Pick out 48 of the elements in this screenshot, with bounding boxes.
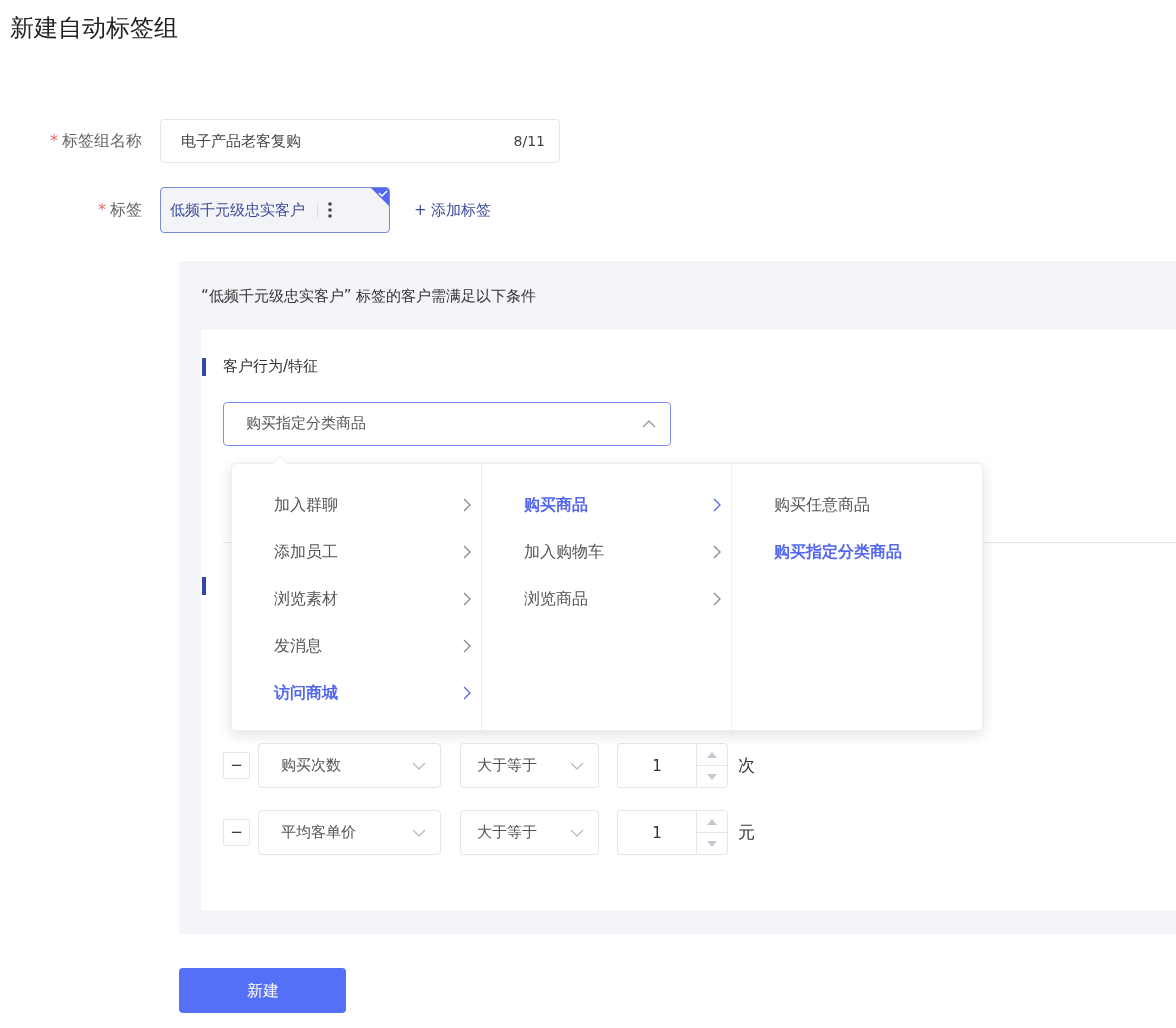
number-input[interactable]: 1 — [617, 743, 696, 788]
increment-icon — [707, 818, 717, 825]
name-input-field[interactable]: 电子产品老客复购 8/11 — [160, 119, 560, 163]
required-mark: * — [50, 131, 58, 150]
decrement-icon — [707, 840, 717, 847]
chevron-down-icon — [412, 761, 426, 770]
menu-item[interactable]: 浏览素材 — [232, 575, 481, 623]
remove-button[interactable]: − — [223, 819, 250, 846]
stepper-control[interactable] — [696, 810, 728, 855]
operator-select[interactable]: 大于等于 — [460, 810, 599, 855]
chevron-down-icon — [570, 828, 584, 837]
create-button[interactable]: 新建 — [179, 968, 346, 1013]
menu-item[interactable]: 加入群聊 — [232, 481, 481, 529]
stepper-control[interactable] — [696, 743, 728, 788]
field-label: 标签 — [110, 200, 142, 219]
menu-item[interactable]: 购买指定分类商品 — [732, 528, 982, 576]
metric-select[interactable]: 购买次数 — [258, 743, 441, 788]
chevron-down-icon — [412, 828, 426, 837]
menu-item[interactable]: 发消息 — [232, 622, 481, 670]
menu-item[interactable]: 访问商城 — [232, 669, 481, 717]
number-input[interactable]: 1 — [617, 810, 696, 855]
metric-select[interactable]: 平均客单价 — [258, 810, 441, 855]
increment-icon — [707, 751, 717, 758]
operator-select[interactable]: 大于等于 — [460, 743, 599, 788]
section-title: 客户行为/特征 — [223, 356, 319, 378]
behavior-select[interactable]: 购买指定分类商品 — [223, 401, 671, 446]
menu-item[interactable]: 添加员工 — [232, 528, 481, 576]
menu-item[interactable]: 浏览商品 — [482, 575, 731, 623]
section-marker — [202, 357, 206, 376]
field-label: 标签组名称 — [62, 131, 142, 150]
unit-label: 元 — [738, 820, 755, 844]
chevron-down-icon — [570, 761, 584, 770]
character-counter: 8/11 — [513, 131, 545, 151]
page-title: 新建自动标签组 — [9, 13, 179, 44]
decrement-icon — [707, 773, 717, 780]
conditions-heading: “低频千元级忠实客户” 标签的客户需满足以下条件 — [201, 286, 538, 307]
add-tag-link[interactable]: + 添加标签 — [414, 198, 492, 222]
tag-chip[interactable]: 低频千元级忠实客户 — [160, 187, 390, 233]
chevron-up-icon — [642, 419, 656, 428]
remove-button[interactable]: − — [223, 752, 250, 779]
menu-item[interactable]: 购买商品 — [482, 481, 731, 529]
required-mark: * — [98, 200, 106, 219]
section-marker — [202, 576, 206, 595]
menu-item[interactable]: 加入购物车 — [482, 528, 731, 576]
menu-item[interactable]: 购买任意商品 — [732, 481, 982, 529]
check-corner-icon — [371, 188, 389, 206]
unit-label: 次 — [738, 753, 755, 777]
more-vertical-icon — [328, 202, 332, 218]
